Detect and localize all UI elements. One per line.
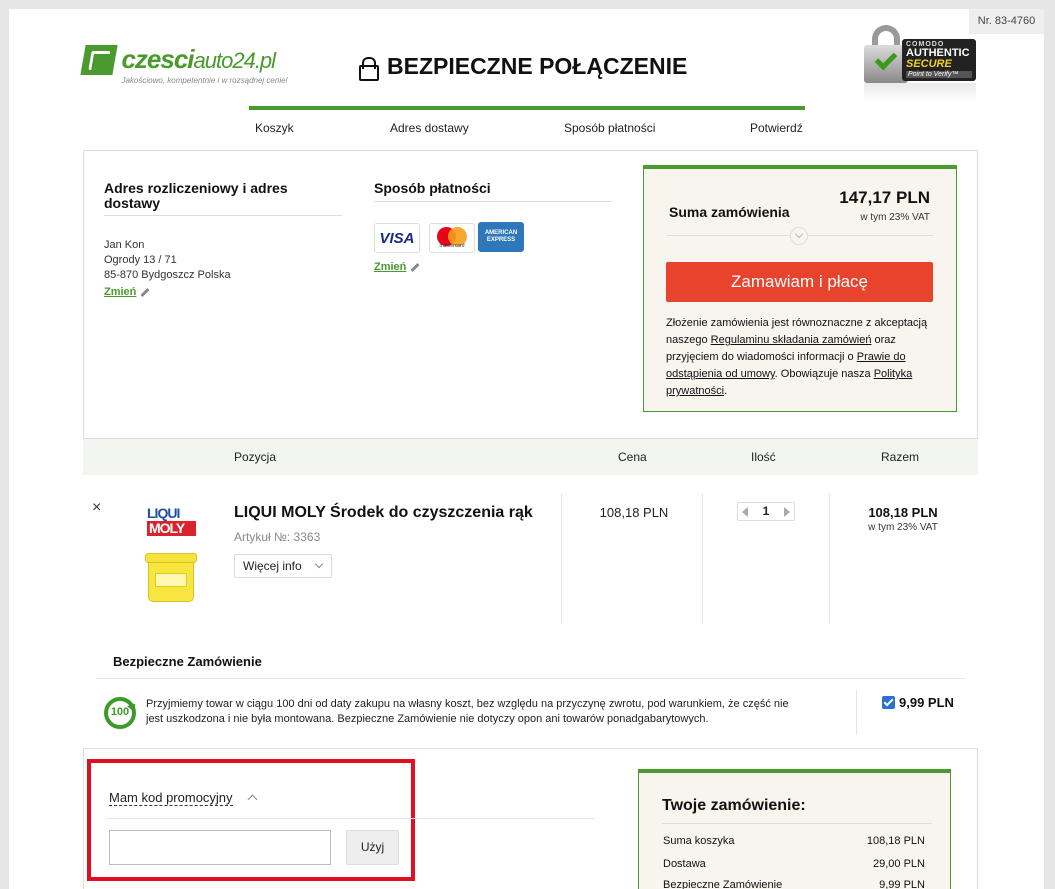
product-name[interactable]: LIQUI MOLY Środek do czyszczenia rąk bbox=[234, 504, 533, 522]
chevron-down-icon[interactable] bbox=[790, 227, 808, 245]
step-payment-method: Sposób płatności bbox=[564, 121, 656, 135]
order-number: Nr. 83-4760 bbox=[969, 9, 1044, 34]
comodo-line2: SECURE bbox=[906, 58, 952, 70]
remove-item-button[interactable]: × bbox=[92, 499, 101, 517]
more-info-button[interactable]: Więcej info bbox=[234, 554, 332, 578]
product-image[interactable] bbox=[145, 553, 197, 605]
quantity-stepper[interactable]: 1 bbox=[737, 502, 795, 521]
item-price: 108,18 PLN bbox=[599, 505, 669, 520]
safe-order-checkbox[interactable] bbox=[882, 696, 895, 709]
change-payment-link[interactable]: Zmień bbox=[374, 261, 421, 273]
header-price: Cena bbox=[618, 450, 647, 464]
safe-order-text: Przyjmiemy towar w ciągu 100 dni od daty… bbox=[146, 698, 789, 725]
summary-vat: w tym 23% VAT bbox=[860, 212, 930, 223]
increase-qty-icon[interactable] bbox=[784, 507, 790, 517]
billing-title: Adres rozliczeniowy i adres dostawy bbox=[104, 180, 288, 211]
logo-main: czesci bbox=[121, 44, 194, 74]
pencil-icon bbox=[140, 287, 151, 297]
logo-sub: auto24.pl bbox=[193, 48, 277, 73]
promo-code-input[interactable] bbox=[109, 830, 331, 865]
cart-table-header: Pozycja Cena Ilość Razem bbox=[83, 439, 978, 475]
visa-card-icon: VISA bbox=[374, 223, 420, 253]
terms-link[interactable]: Regulaminu składania zamówień bbox=[711, 334, 872, 346]
logo-mark-icon bbox=[80, 45, 118, 75]
promo-code-toggle[interactable]: Mam kod promocyjny bbox=[109, 790, 233, 806]
safe-order-price: 9,99 PLN bbox=[899, 695, 954, 710]
secure-title-text: BEZPIECZNE POŁĄCZENIE bbox=[387, 53, 688, 79]
comodo-secure-badge[interactable]: COMODO AUTHENTIC SECURE Point to Verify™ bbox=[864, 25, 979, 105]
order-details-box: Adres rozliczeniowy i adres dostawy Jan … bbox=[83, 150, 978, 439]
header-qty: Ilość bbox=[751, 450, 776, 464]
site-logo[interactable]: czesciauto24.pl Jakościowo, kompetentnie… bbox=[80, 44, 288, 85]
change-address-link[interactable]: Zmień bbox=[104, 286, 151, 298]
step-confirm: Potwierdź bbox=[750, 121, 803, 135]
billing-name: Jan Kon bbox=[104, 239, 145, 251]
terms-text: Złożenie zamówienia jest równoznaczne z … bbox=[666, 317, 928, 397]
billing-street: Ogrody 13 / 71 bbox=[104, 254, 177, 266]
lock-icon bbox=[359, 56, 379, 81]
amex-card-icon: AMERICAN EXPRESS bbox=[478, 222, 524, 252]
quantity-value[interactable]: 1 bbox=[748, 503, 784, 520]
item-total: 108,18 PLN bbox=[868, 505, 938, 520]
comodo-line3: Point to Verify™ bbox=[906, 71, 972, 78]
billing-city: 85-870 Bydgoszcz Polska bbox=[104, 269, 231, 281]
your-order-panel: Twoje zamówienie: Suma koszyka 108,18 PL… bbox=[638, 769, 951, 889]
safe-order-row: Bezpieczne Zamówienie 9,99 PLN bbox=[663, 879, 925, 889]
product-article: Artykuł №: 3363 bbox=[234, 530, 321, 544]
summary-price: 147,17 PLN bbox=[839, 188, 930, 207]
header-position: Pozycja bbox=[234, 450, 277, 464]
safe-order-box: 100 Przyjmiemy towar w ciągu 100 dni od … bbox=[96, 678, 966, 736]
checkout-progress-bar bbox=[249, 106, 805, 110]
billing-address: Jan Kon Ogrody 13 / 71 85-870 Bydgoszcz … bbox=[104, 238, 231, 283]
apply-promo-button[interactable]: Użyj bbox=[346, 830, 399, 865]
liqui-moly-logo: LIQUI MOLY bbox=[147, 506, 196, 536]
step-cart: Koszyk bbox=[255, 121, 294, 135]
your-order-title: Twoje zamówienie: bbox=[662, 797, 806, 814]
secure-connection-title: BEZPIECZNE POŁĄCZENIE bbox=[359, 53, 688, 81]
header-total: Razem bbox=[881, 450, 920, 464]
cart-sum-row: Suma koszyka 108,18 PLN bbox=[663, 835, 925, 847]
safe-order-title: Bezpieczne Zamówienie bbox=[113, 654, 262, 669]
delivery-row: Dostawa 29,00 PLN bbox=[663, 858, 925, 870]
checkout-page: Nr. 83-4760 czesciauto24.pl Jakościowo, … bbox=[9, 9, 1044, 889]
payment-title: Sposób płatności bbox=[374, 180, 491, 196]
item-total-vat: w tym 23% VAT bbox=[868, 522, 938, 533]
logo-tagline: Jakościowo, kompetentnie i w rozsądnej c… bbox=[121, 76, 288, 85]
chevron-down-icon bbox=[314, 559, 324, 569]
order-summary-panel: Suma zamówienia 147,17 PLN w tym 23% VAT… bbox=[643, 165, 957, 412]
place-order-button[interactable]: Zamawiam i płacę bbox=[666, 262, 933, 302]
100-days-return-icon: 100 bbox=[104, 697, 136, 729]
cart-row: × LIQUI MOLY LIQUI MOLY Środek do czyszc… bbox=[83, 475, 978, 623]
summary-label: Suma zamówienia bbox=[669, 204, 790, 220]
step-delivery-address: Adres dostawy bbox=[390, 121, 469, 135]
pencil-icon bbox=[410, 262, 421, 272]
mastercard-icon: mastercard bbox=[429, 223, 475, 253]
